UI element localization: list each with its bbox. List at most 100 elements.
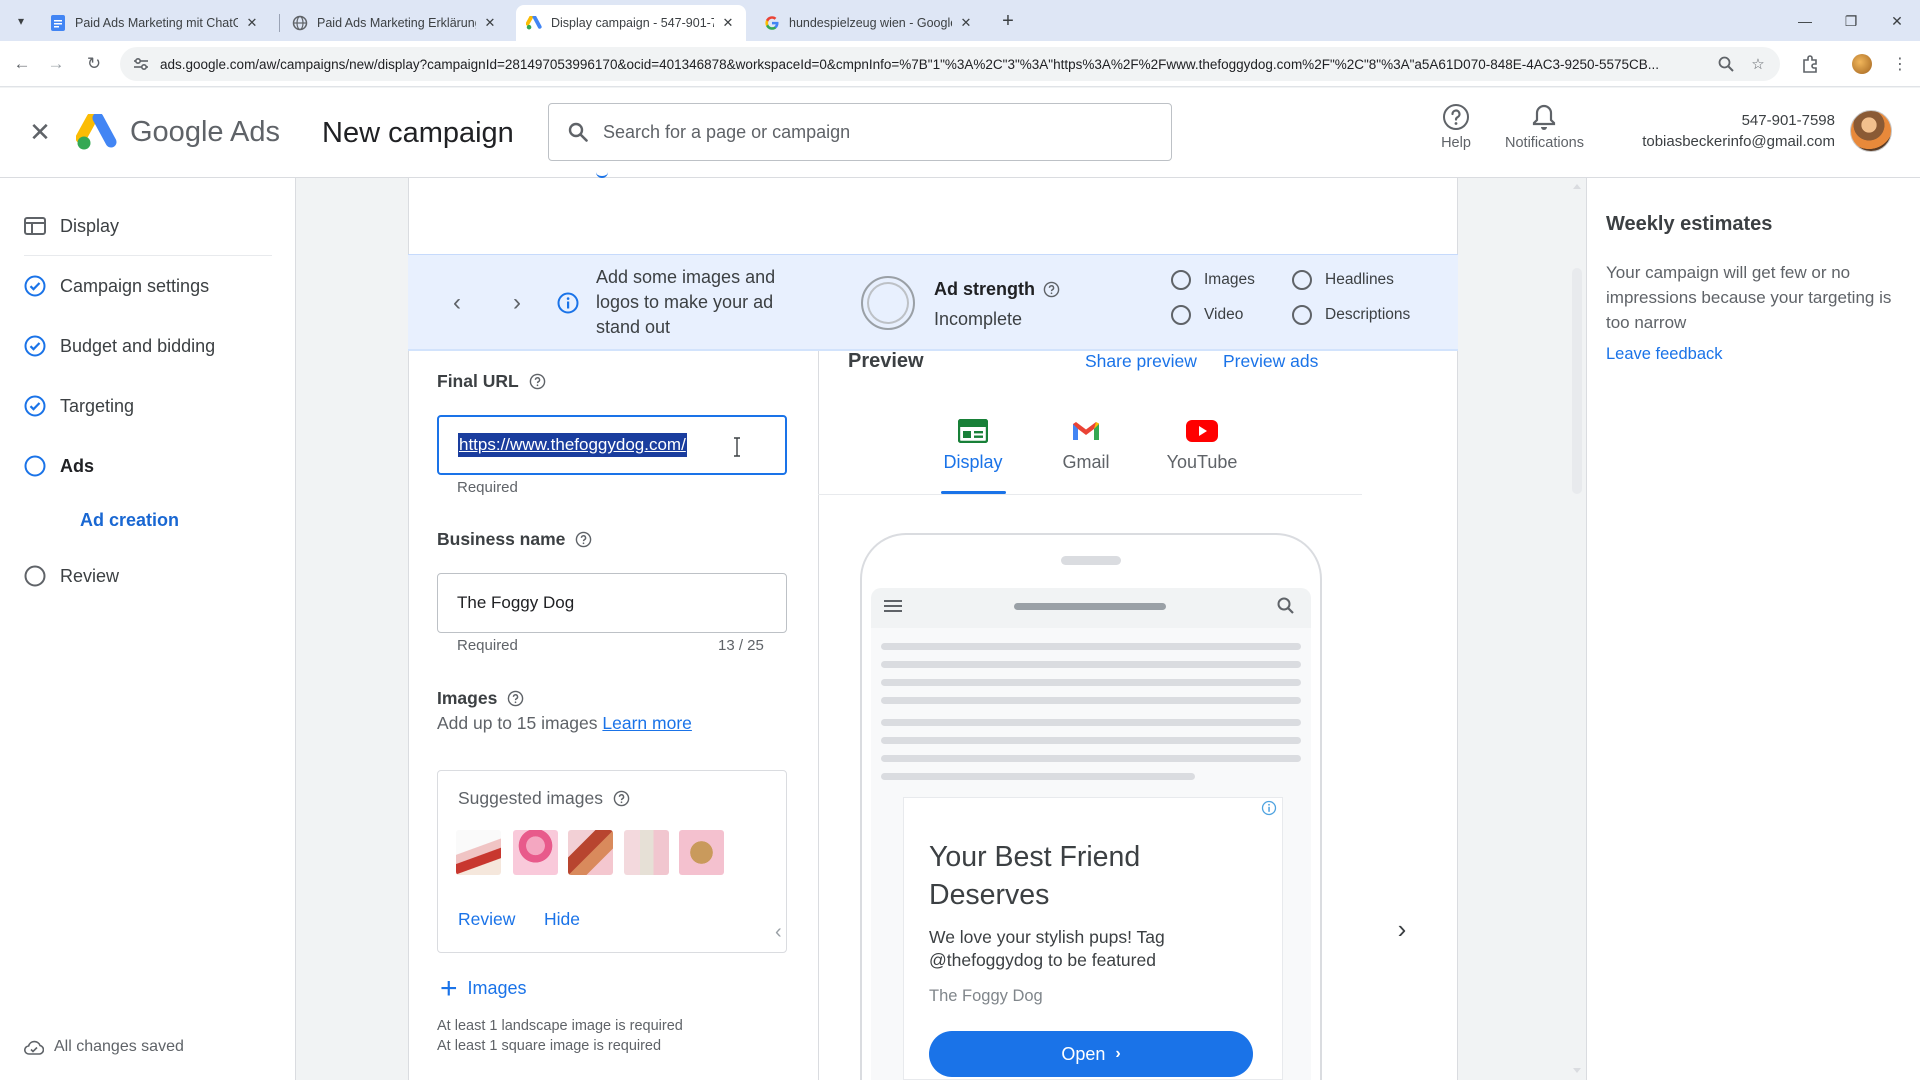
browser-tab[interactable]: Paid Ads Marketing mit ChatGPT ✕ <box>40 5 270 41</box>
share-preview-link[interactable]: Share preview <box>1085 351 1197 372</box>
unchecked-circle-icon <box>1292 305 1312 325</box>
scroll-up-icon[interactable] <box>1572 182 1582 190</box>
final-url-value: https://www.thefoggydog.com/ <box>458 433 687 457</box>
zoom-icon[interactable] <box>1716 54 1736 74</box>
business-name-input[interactable]: The Foggy Dog <box>437 573 787 633</box>
nav-subitem-ad-creation[interactable]: Ad creation <box>80 510 179 531</box>
chevron-right-icon: › <box>1115 1045 1121 1062</box>
display-icon <box>24 215 46 237</box>
nav-item-label: Display <box>60 215 120 236</box>
help-icon[interactable] <box>575 531 592 548</box>
nav-item-targeting[interactable]: Targeting <box>24 391 134 421</box>
google-ads-icon <box>526 15 542 31</box>
final-url-input[interactable]: https://www.thefoggydog.com/ <box>437 415 787 475</box>
account-id: 547-901-7598 <box>1741 112 1835 129</box>
close-tab-icon[interactable]: ✕ <box>244 15 260 31</box>
reload-icon[interactable]: ↻ <box>80 50 108 78</box>
address-bar[interactable]: ads.google.com/aw/campaigns/new/display?… <box>120 47 1780 81</box>
account-info[interactable]: 547-901-7598 tobiasbeckerinfo@gmail.com <box>1642 112 1835 150</box>
ad-headline: Your Best Friend Deserves <box>929 841 1141 911</box>
help-icon[interactable] <box>1043 281 1060 298</box>
preview-tab-gmail[interactable]: Gmail <box>1041 418 1131 473</box>
leave-feedback-link[interactable]: Leave feedback <box>1606 345 1723 364</box>
placeholder-line <box>881 643 1301 650</box>
nav-item-budget-and-bidding[interactable]: Budget and bidding <box>24 331 215 361</box>
plus-icon: + <box>440 971 458 1005</box>
chevron-left-icon[interactable]: ‹ <box>445 289 469 316</box>
tab-search-button[interactable]: ▾ <box>10 10 32 32</box>
add-images-button[interactable]: + Images <box>440 971 527 1005</box>
hide-suggestions-button[interactable]: Hide <box>544 909 580 930</box>
profile-icon[interactable] <box>1850 52 1874 76</box>
ad-open-button[interactable]: Open › <box>929 1031 1253 1077</box>
tab-separator <box>279 14 280 32</box>
help-label: Help <box>1441 135 1471 151</box>
minimize-window-icon[interactable]: — <box>1792 8 1818 34</box>
nav-item-review[interactable]: Review <box>24 561 119 591</box>
extensions-icon[interactable] <box>1798 52 1822 76</box>
weekly-estimates-text: Your campaign will get few or no impress… <box>1606 263 1892 332</box>
circle-icon <box>24 455 46 477</box>
notifications-button[interactable]: Notifications <box>1505 102 1584 151</box>
suggested-image-thumbnail[interactable] <box>513 830 558 875</box>
help-icon[interactable] <box>613 790 630 807</box>
browser-tab[interactable]: hundespielzeug wien - Google Search ✕ <box>754 5 984 41</box>
help-button[interactable]: Help <box>1441 102 1471 151</box>
suggested-image-thumbnail[interactable] <box>679 830 724 875</box>
preview-ads-link[interactable]: Preview ads <box>1223 351 1318 372</box>
next-preview-arrow[interactable]: › <box>1390 914 1414 944</box>
ad-strength-banner: ‹ › Add some images and logos to make yo… <box>408 254 1458 351</box>
scroll-down-icon[interactable] <box>1572 1067 1582 1075</box>
check-label: Headlines <box>1325 271 1394 288</box>
left-nav: Display Campaign settings Budget and bid… <box>0 178 296 1080</box>
field-label: Business name <box>437 529 566 549</box>
avatar[interactable] <box>1850 110 1892 152</box>
help-icon[interactable] <box>507 690 524 707</box>
close-icon[interactable]: ✕ <box>26 117 54 147</box>
nav-item-campaign-settings[interactable]: Campaign settings <box>24 271 209 301</box>
bookmark-star-icon[interactable]: ☆ <box>1748 54 1768 74</box>
save-status-text: All changes saved <box>54 1038 184 1055</box>
preview-tab-youtube[interactable]: YouTube <box>1157 418 1247 473</box>
close-tab-icon[interactable]: ✕ <box>720 15 736 31</box>
site-info-icon[interactable] <box>132 55 150 73</box>
suggested-image-thumbnail[interactable] <box>624 830 669 875</box>
ad-strength-gauge <box>861 276 915 330</box>
nav-item-display[interactable]: Display <box>24 211 119 241</box>
business-name-help: Required <box>457 637 518 654</box>
suggested-image-thumbnail[interactable] <box>568 830 613 875</box>
nav-item-ads[interactable]: Ads <box>24 451 94 481</box>
ad-cta-label: Open <box>1061 1043 1106 1064</box>
new-tab-button[interactable]: + <box>996 9 1020 33</box>
close-tab-icon[interactable]: ✕ <box>482 15 498 31</box>
suggested-images-panel: Suggested images Review Hide ‹ <box>437 770 787 953</box>
browser-tab-active[interactable]: Display campaign - 547-901-7598 ✕ <box>516 5 746 41</box>
forward-icon[interactable]: → <box>42 50 70 78</box>
google-icon <box>764 15 780 31</box>
browser-tab[interactable]: Paid Ads Marketing Erklärung ✕ <box>282 5 508 41</box>
learn-more-link[interactable]: Learn more <box>602 713 692 733</box>
chevron-left-icon[interactable]: ‹ <box>775 921 782 944</box>
close-window-icon[interactable]: ✕ <box>1884 8 1910 34</box>
ad-choices-info-icon[interactable] <box>1261 800 1277 816</box>
review-suggestions-button[interactable]: Review <box>458 909 515 930</box>
check-circle-icon <box>24 275 46 297</box>
cloud-done-icon <box>24 1039 44 1055</box>
back-icon[interactable]: ← <box>8 50 36 78</box>
youtube-icon <box>1186 418 1218 444</box>
restore-window-icon[interactable]: ❐ <box>1838 8 1864 34</box>
phone-url-placeholder <box>1014 603 1166 610</box>
chevron-right-icon[interactable]: › <box>505 289 529 316</box>
browser-menu-icon[interactable]: ⋮ <box>1888 52 1912 76</box>
ad-strength-label: Ad strength <box>934 279 1035 299</box>
search-input[interactable] <box>603 121 1143 143</box>
close-tab-icon[interactable]: ✕ <box>958 15 974 31</box>
preview-tab-display[interactable]: Display <box>928 418 1018 473</box>
check-label: Video <box>1204 306 1244 323</box>
help-icon[interactable] <box>529 373 546 390</box>
scrollbar-thumb[interactable] <box>1572 268 1582 494</box>
ad-strength-value: Incomplete <box>934 309 1023 329</box>
search-box[interactable] <box>548 103 1172 161</box>
final-url-label: Final URL <box>437 371 546 392</box>
suggested-image-thumbnail[interactable] <box>456 830 501 875</box>
